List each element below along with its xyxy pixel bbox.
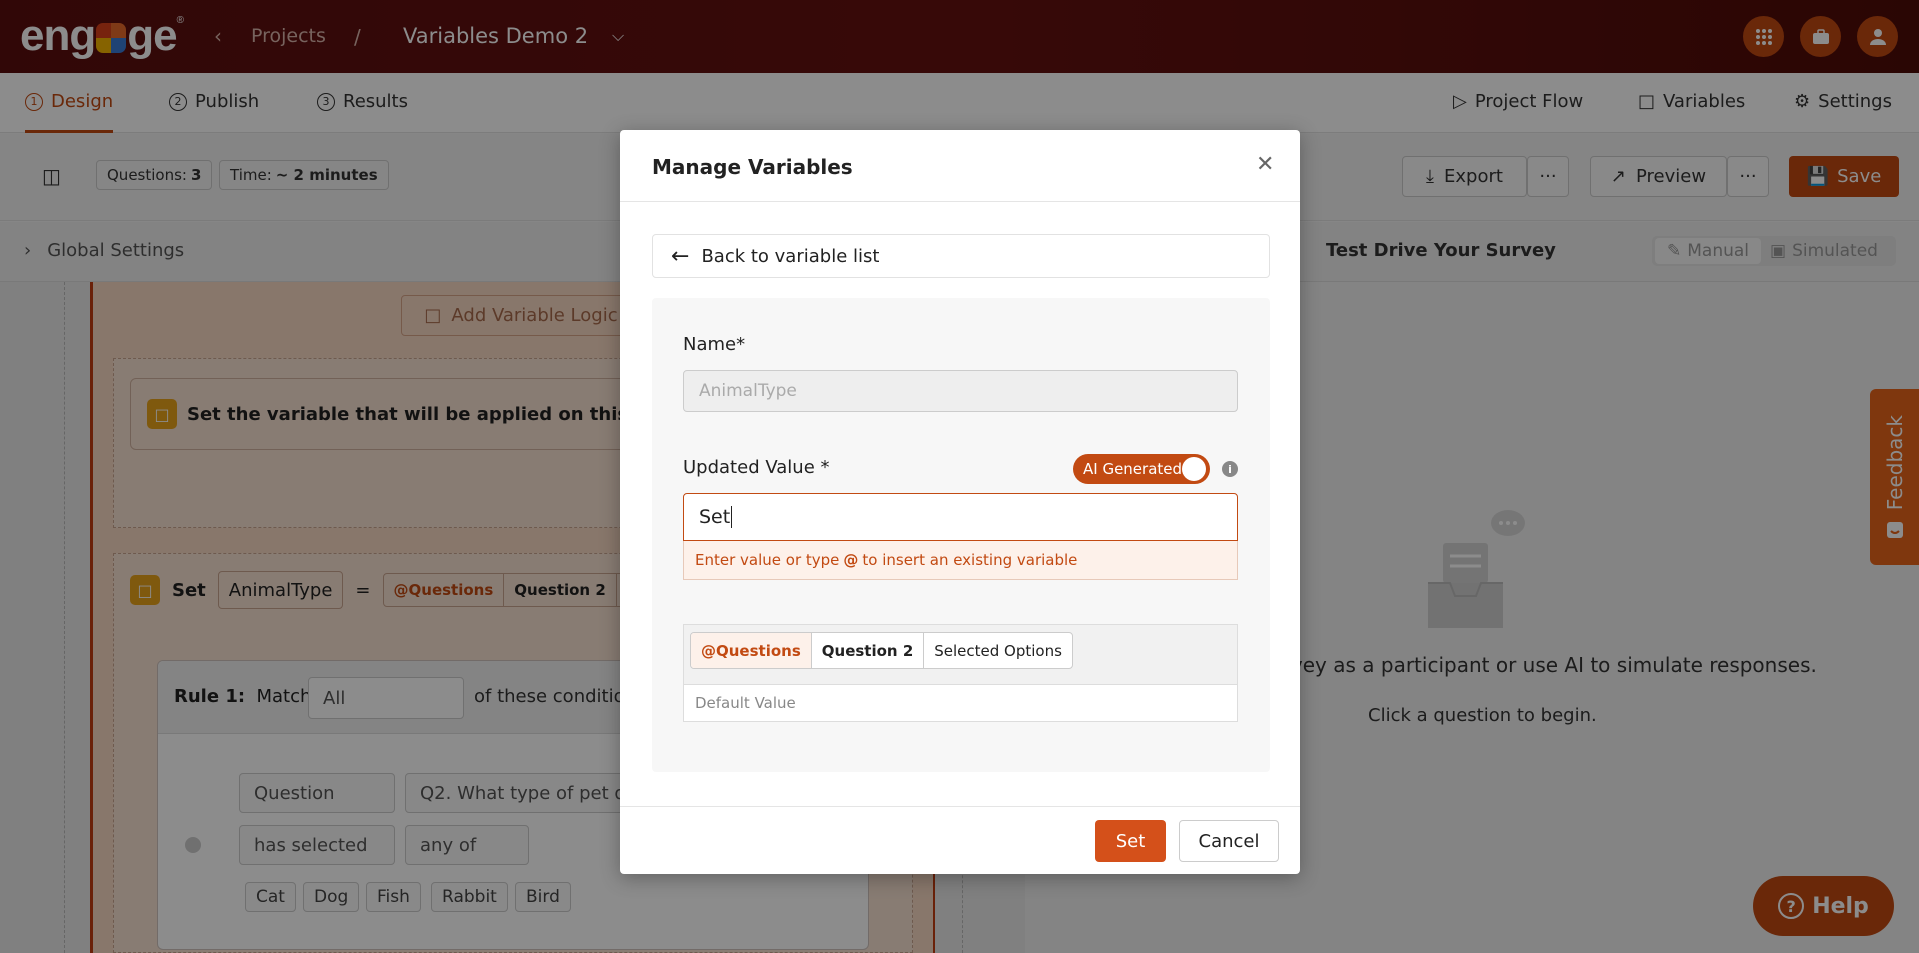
modal-header-divider (620, 201, 1300, 202)
pill-questions: @Questions (691, 633, 812, 668)
ai-generated-toggle[interactable]: AI Generated (1073, 454, 1210, 484)
arrow-left-icon: ← (671, 243, 690, 269)
default-value-input[interactable]: Default Value (683, 684, 1238, 722)
back-to-variable-list-button[interactable]: ← Back to variable list (652, 234, 1270, 278)
pill-selected-options: Selected Options (934, 641, 1062, 660)
ai-generated-label: AI Generated (1083, 460, 1183, 478)
manage-variables-modal: Manage Variables ✕ ← Back to variable li… (620, 130, 1300, 874)
modal-footer-divider (620, 806, 1300, 807)
text-caret (731, 506, 733, 528)
updated-value-hint: Enter value or type @ to insert an existin… (683, 541, 1238, 580)
toggle-knob (1182, 457, 1206, 481)
info-icon[interactable]: i (1222, 461, 1238, 477)
hint-at-symbol: @ (843, 551, 859, 569)
close-icon[interactable]: ✕ (1256, 152, 1274, 177)
name-input[interactable]: AnimalType (683, 370, 1238, 412)
updated-value-label: Updated Value * (683, 457, 830, 478)
hint-text-post: to insert an existing variable (862, 551, 1078, 569)
modal-title: Manage Variables (652, 155, 853, 179)
cancel-button[interactable]: Cancel (1179, 820, 1279, 862)
updated-value-text: Set (699, 506, 731, 528)
name-label: Name* (683, 334, 746, 355)
pill-question-2: Question 2 (812, 633, 925, 668)
updated-value-input[interactable]: Set (683, 493, 1238, 541)
back-label: Back to variable list (701, 245, 880, 267)
set-button[interactable]: Set (1095, 820, 1166, 862)
default-value-pills[interactable]: @Questions Question 2 Selected Options (690, 632, 1073, 669)
hint-text-pre: Enter value or type (695, 551, 840, 569)
